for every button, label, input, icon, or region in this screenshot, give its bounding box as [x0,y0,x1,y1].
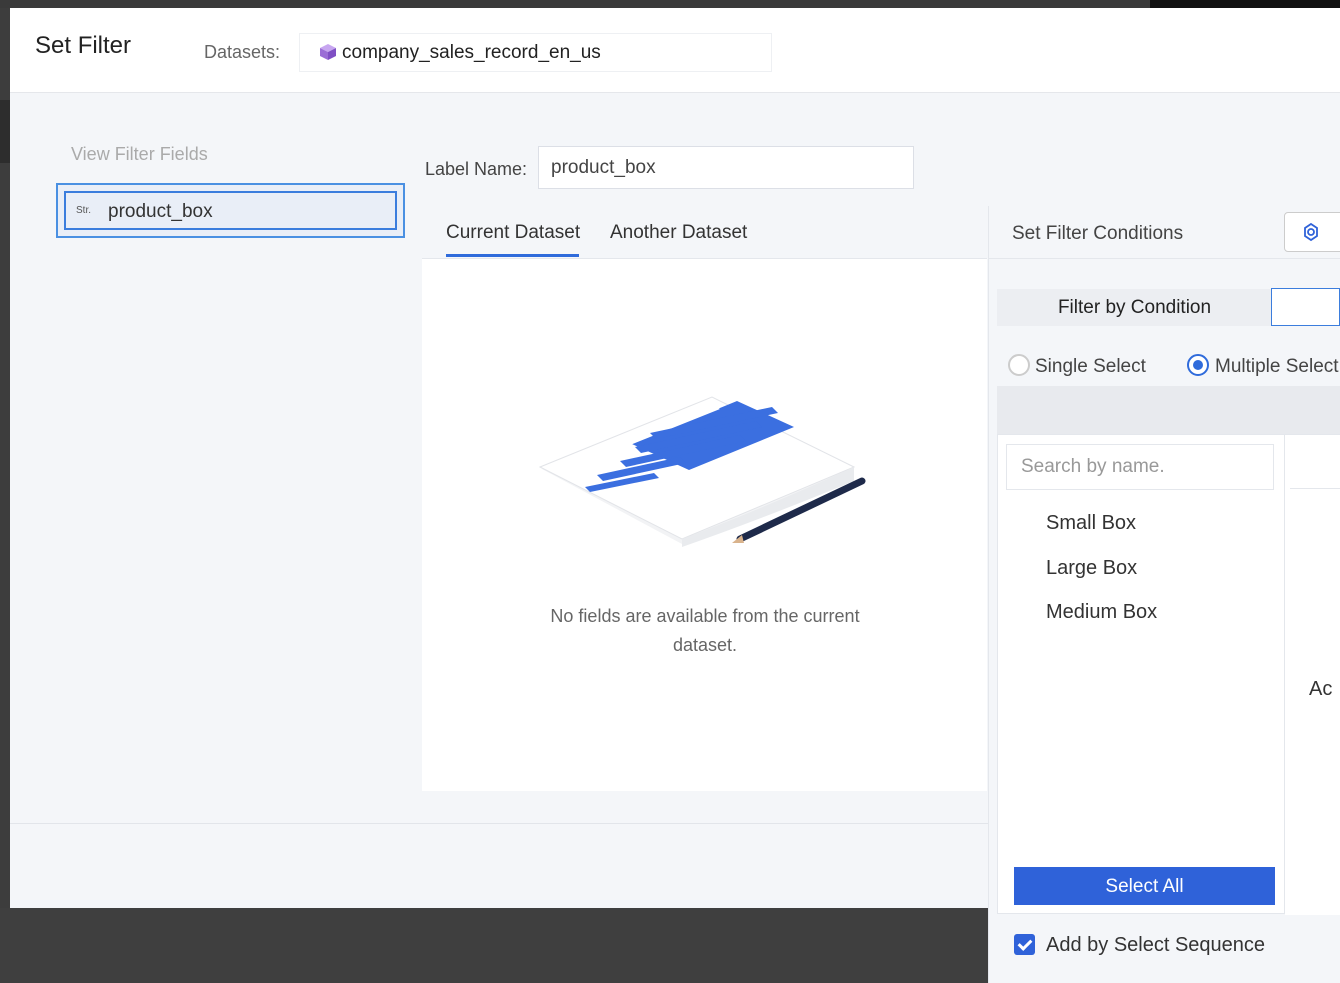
cube-icon [320,44,336,60]
tab-another-dataset[interactable]: Another Dataset [610,222,747,244]
search-input[interactable]: Search by name. [1006,444,1274,490]
selected-list-placeholder: Ac [1309,678,1333,700]
filter-field-focus: Str. product_box [64,191,397,230]
datasets-label: Datasets: [204,42,281,62]
footer-divider [10,823,998,824]
filter-mode-tab-secondary[interactable] [1271,288,1340,326]
conditions-toolbar [997,386,1340,434]
background-top [0,0,1340,8]
set-filter-conditions-title: Set Filter Conditions [1012,223,1184,244]
active-tab-indicator [446,254,579,257]
single-select-radio[interactable] [1008,354,1030,376]
settings-button[interactable] [1284,212,1340,252]
label-name-label: Label Name: [425,159,528,179]
label-name-input[interactable]: product_box [538,146,914,189]
tab-current-dataset[interactable]: Current Dataset [446,222,580,244]
option-item[interactable]: Small Box [1046,512,1136,535]
settings-icon [1304,222,1318,242]
background-bottom-overlay [0,908,1010,983]
dataset-selector[interactable]: company_sales_record_en_us [299,33,772,72]
filter-field-item[interactable]: Str. product_box [56,183,405,238]
selected-list-panel [1285,434,1340,915]
multiple-select-label: Multiple Select [1215,356,1339,377]
option-item[interactable]: Large Box [1046,557,1137,580]
select-all-button[interactable]: Select All [1014,867,1275,905]
background-left-strip [0,100,10,163]
current-dataset-panel [422,259,987,791]
add-by-sequence-label: Add by Select Sequence [1046,934,1266,956]
filter-field-label: product_box [108,201,213,222]
filter-by-condition-tab[interactable]: Filter by Condition [997,289,1272,326]
view-filter-fields-label: View Filter Fields [71,144,208,164]
selected-list-divider [1290,488,1340,489]
dataset-tabs: Current Dataset Another Dataset [422,206,987,259]
document-pencil-illustration [538,396,866,547]
multiple-select-radio[interactable] [1187,354,1209,376]
empty-state-message: No fields are available from the current… [550,606,860,655]
single-select-label: Single Select [1035,356,1146,377]
string-type-icon: Str. [76,205,92,216]
dialog-title: Set Filter [35,32,132,59]
add-by-sequence-checkbox[interactable] [1014,934,1035,955]
options-list-panel [997,434,1285,914]
option-item[interactable]: Medium Box [1046,601,1157,624]
dialog-header: Set Filter Datasets: company_sales_recor… [10,8,1340,93]
dataset-name: company_sales_record_en_us [342,42,601,63]
conditions-divider [988,258,1340,259]
dialog-footer [10,824,998,908]
